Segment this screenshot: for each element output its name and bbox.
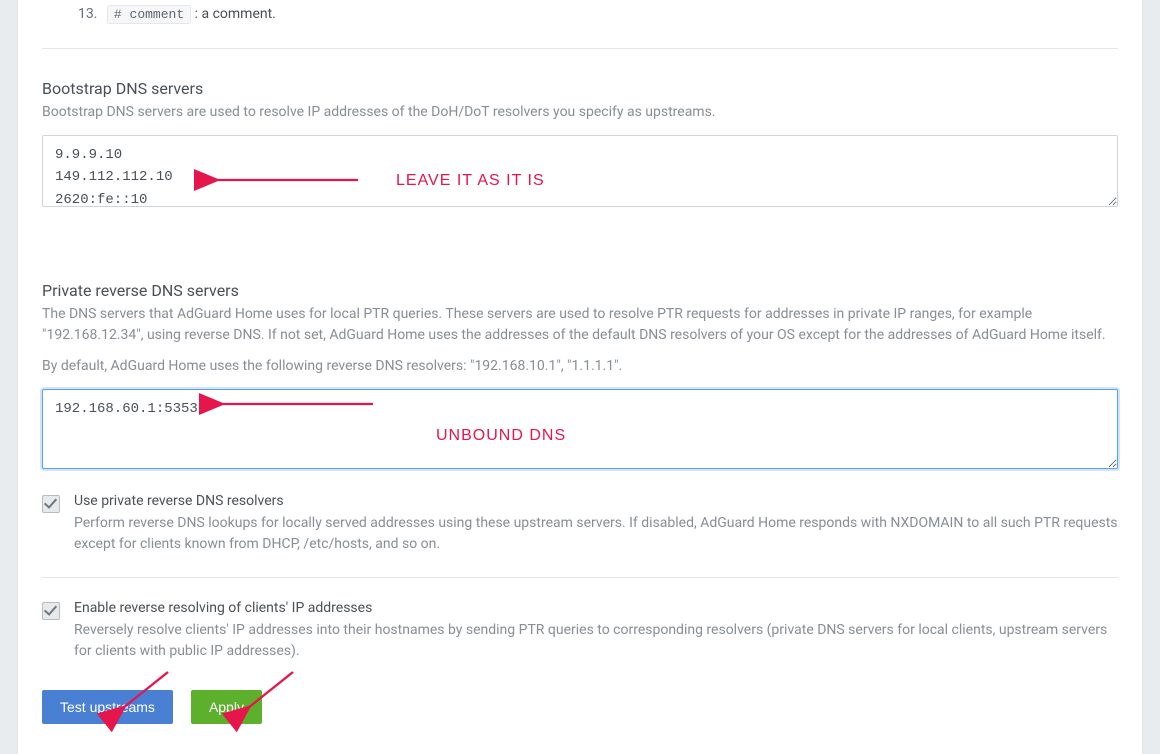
private-reverse-title: Private reverse DNS servers [42,281,1118,300]
checkbox-desc: Perform reverse DNS lookups for locally … [74,513,1118,555]
bootstrap-desc: Bootstrap DNS servers are used to resolv… [42,102,1118,123]
list-text: : a comment. [195,6,276,22]
list-number: 13. [78,6,97,22]
bootstrap-title: Bootstrap DNS servers [42,79,1118,98]
section-private-reverse: Private reverse DNS servers The DNS serv… [42,281,1118,473]
divider [42,577,1118,578]
checkbox-content: Use private reverse DNS resolvers Perfor… [74,493,1118,555]
checkbox-label: Enable reverse resolving of clients' IP … [74,600,1118,616]
help-list-item-13: 13. # comment : a comment. [42,0,1118,22]
private-reverse-desc: The DNS servers that AdGuard Home uses f… [42,304,1118,346]
divider [42,48,1118,49]
checkbox-icon [42,602,60,620]
checkbox-icon [42,495,60,513]
code-comment-example: # comment [107,5,191,24]
bootstrap-dns-textarea[interactable] [42,135,1118,207]
checkbox-use-private-reverse[interactable]: Use private reverse DNS resolvers Perfor… [42,493,1118,555]
checkbox-content: Enable reverse resolving of clients' IP … [74,600,1118,662]
private-reverse-default-note: By default, AdGuard Home uses the follow… [42,356,1118,377]
button-row: Test upstreams Apply [42,690,1118,724]
private-reverse-dns-textarea[interactable] [42,389,1118,469]
test-upstreams-button[interactable]: Test upstreams [42,690,173,724]
checkbox-desc: Reversely resolve clients' IP addresses … [74,620,1118,662]
apply-button[interactable]: Apply [191,690,262,724]
checkbox-label: Use private reverse DNS resolvers [74,493,1118,509]
checkbox-enable-reverse-resolving[interactable]: Enable reverse resolving of clients' IP … [42,600,1118,662]
section-bootstrap: Bootstrap DNS servers Bootstrap DNS serv… [42,79,1118,211]
